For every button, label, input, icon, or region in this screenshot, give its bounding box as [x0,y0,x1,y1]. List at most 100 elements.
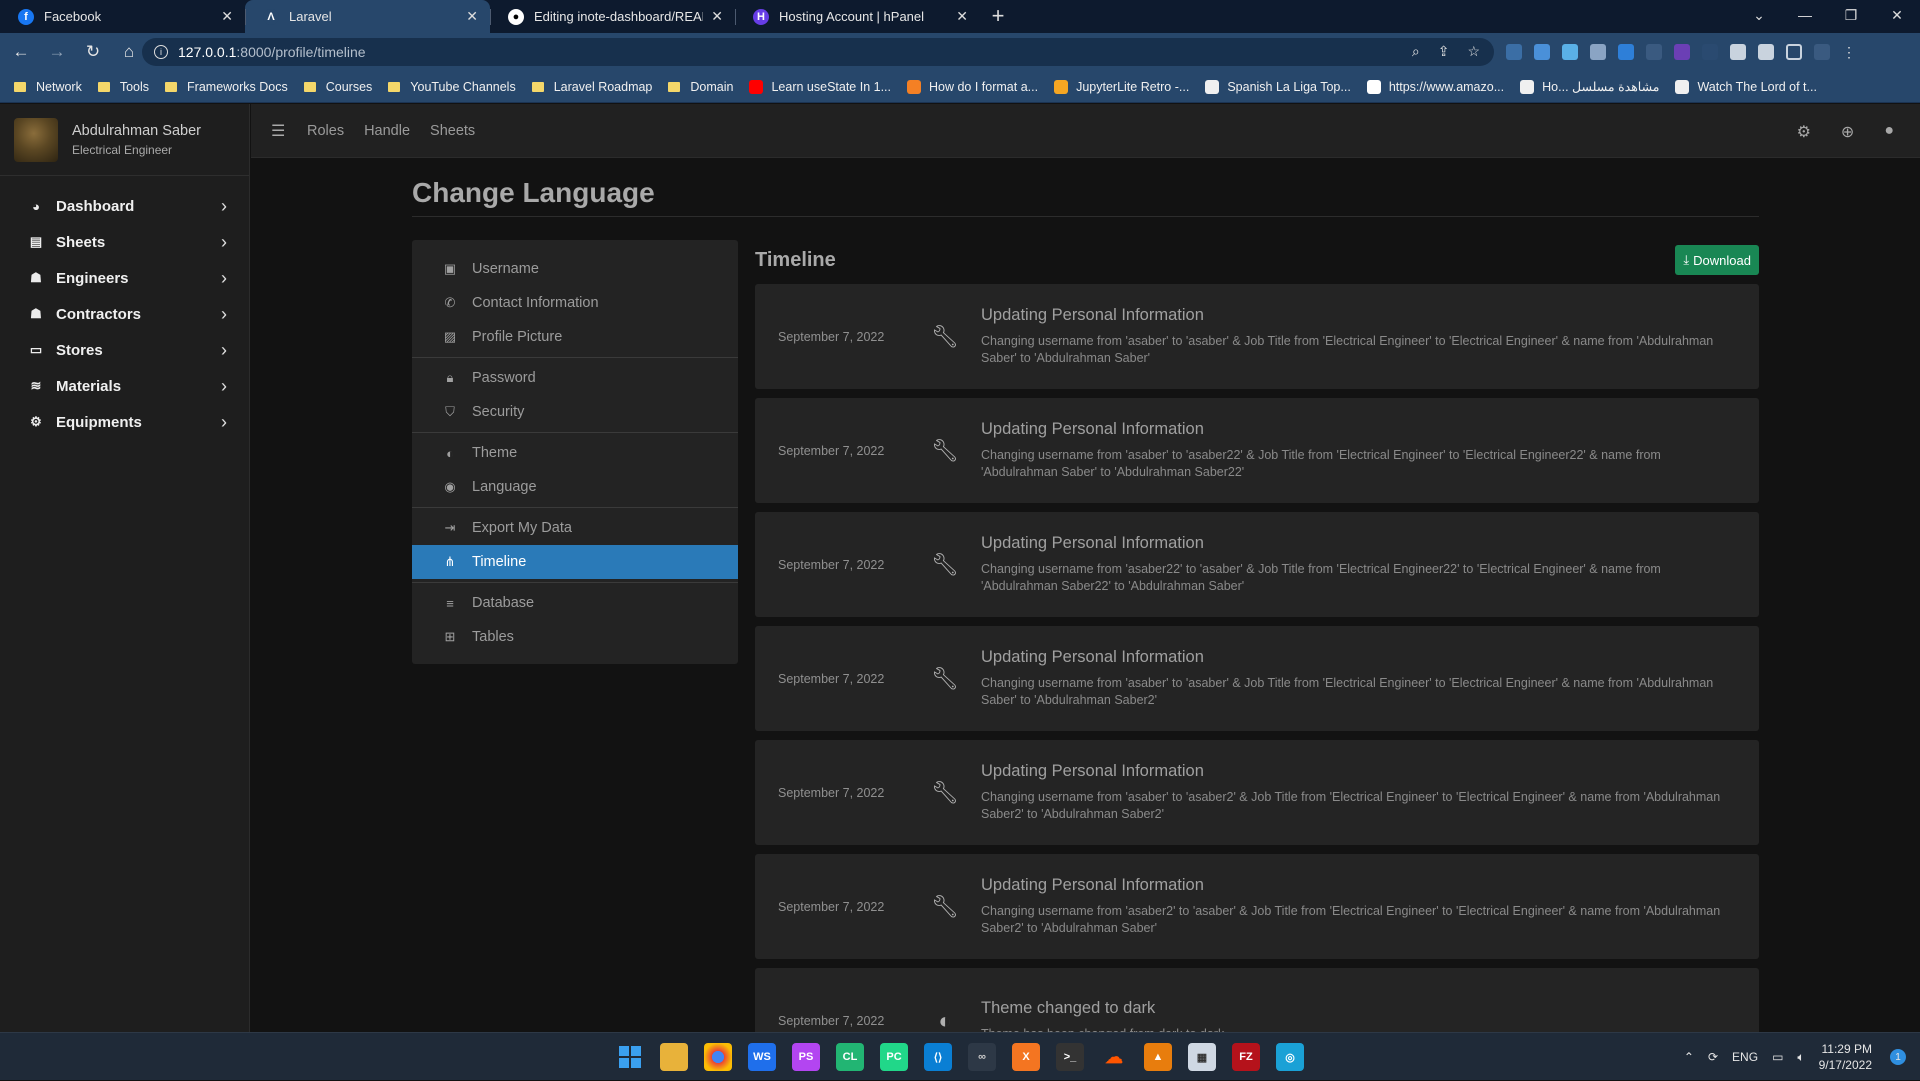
close-tab-icon[interactable]: ✕ [956,8,968,25]
clock[interactable]: 11:29 PM 9/17/2022 [1819,1041,1872,1073]
site-info-icon[interactable]: i [154,45,168,59]
settings-item-timeline[interactable]: ⋔ Timeline [412,545,738,579]
volume-icon[interactable]: 🔈︎ [1797,1050,1804,1065]
forward-button[interactable]: → [42,42,72,62]
sidebar-item-stores[interactable]: ▭ Stores › [0,332,249,368]
zoom-icon[interactable]: ⌕ [1412,43,1420,60]
nav-link-sheets[interactable]: Sheets [430,123,475,139]
bookmark-item[interactable]: Courses [303,80,372,94]
bookmark-item[interactable]: Spanish La Liga Top... [1205,79,1351,94]
file-explorer-icon[interactable] [660,1043,688,1071]
download-button[interactable]: ⤓ Download [1675,245,1759,275]
bookmark-item[interactable]: https://www.amazo... [1366,79,1504,94]
share-icon[interactable]: ⇪ [1438,43,1450,60]
globe-icon[interactable]: ⊕ [1841,122,1854,142]
extension-icon[interactable] [1562,44,1578,60]
sidebar-item-engineers[interactable]: ☗ Engineers › [0,260,249,296]
wrench-icon: 🔧︎ [931,779,959,805]
browser-tab[interactable]: f Facebook ✕ [0,0,245,33]
app-icon[interactable]: ◎ [1276,1043,1304,1071]
extension-icon[interactable] [1618,44,1634,60]
address-bar[interactable]: i 127.0.0.1:8000/profile/timeline ⌕ ⇪ ☆ [142,38,1494,66]
extension-icon[interactable] [1534,44,1550,60]
extension-icon[interactable] [1506,44,1522,60]
settings-item-database[interactable]: ≡ Database [412,586,738,620]
minimize-button[interactable]: — [1782,0,1828,33]
filezilla-icon[interactable]: FZ [1232,1043,1260,1071]
sidebar-item-contractors[interactable]: ☗ Contractors › [0,296,249,332]
new-tab-button[interactable]: + [980,0,1016,33]
bookmark-item[interactable]: Domain [668,80,733,94]
bookmark-item[interactable]: JupyterLite Retro -... [1054,79,1189,94]
settings-item-security[interactable]: ⛉ Security [412,395,738,429]
extension-icon[interactable] [1646,44,1662,60]
browser-tab[interactable]: H Hosting Account | hPanel ✕ [735,0,980,33]
restore-button[interactable]: ❐ [1828,0,1874,33]
more-menu-icon[interactable]: ⋮ [1842,44,1856,60]
bookmark-item[interactable]: How do I format a... [907,79,1038,94]
settings-item-language[interactable]: ◉ Language [412,470,738,504]
profile-icon[interactable] [1814,44,1830,60]
app-icon[interactable]: ∞ [968,1043,996,1071]
phpstorm-icon[interactable]: PS [792,1043,820,1071]
tab-search-icon[interactable]: ⌄ [1736,0,1782,33]
settings-item-tables[interactable]: ⊞ Tables [412,620,738,654]
xampp-icon[interactable]: X [1012,1043,1040,1071]
extension-icon[interactable] [1674,44,1690,60]
sync-icon[interactable]: ⟳ [1708,1050,1718,1064]
user-panel[interactable]: Abdulrahman Saber Electrical Engineer [0,104,249,176]
extension-icon[interactable] [1702,44,1718,60]
chrome-icon[interactable] [704,1043,732,1071]
soundcloud-icon[interactable]: ☁ [1100,1043,1128,1071]
browser-tab[interactable]: Λ Laravel ✕ [245,0,490,33]
close-tab-icon[interactable]: ✕ [466,8,478,25]
bookmark-item[interactable]: Ho... مشاهدة مسلسل [1520,79,1659,94]
settings-item-username[interactable]: ▣ Username [412,252,738,286]
language-indicator[interactable]: ENG [1732,1050,1758,1064]
bookmark-item[interactable]: Network [14,80,82,94]
clion-icon[interactable]: CL [836,1043,864,1071]
close-tab-icon[interactable]: ✕ [711,8,723,25]
network-icon[interactable]: ▭ [1772,1050,1783,1064]
settings-item-export-my-data[interactable]: ⇥ Export My Data [412,511,738,545]
reload-button[interactable]: ↻ [78,42,108,62]
back-button[interactable]: ← [6,42,36,62]
bookmark-item[interactable]: Laravel Roadmap [531,80,652,94]
webstorm-icon[interactable]: WS [748,1043,776,1071]
pycharm-icon[interactable]: PC [880,1043,908,1071]
bookmark-item[interactable]: Learn useState In 1... [749,79,891,94]
sidebar-item-materials[interactable]: ≋ Materials › [0,368,249,404]
sidebar-item-equipments[interactable]: ⚙ Equipments › [0,404,249,440]
settings-item-password[interactable]: 🔒︎ Password [412,361,738,395]
close-tab-icon[interactable]: ✕ [221,8,233,25]
gear-icon[interactable]: ⚙ [1797,122,1811,142]
browser-tab[interactable]: ● Editing inote-dashboard/README ✕ [490,0,735,33]
vscode-icon[interactable]: ⟨⟩ [924,1043,952,1071]
home-button[interactable]: ⌂ [114,42,144,62]
sidebar-item-dashboard[interactable]: ◕ Dashboard › [0,188,249,224]
sidebar-item-sheets[interactable]: ▤ Sheets › [0,224,249,260]
settings-item-profile-picture[interactable]: ▨ Profile Picture [412,320,738,354]
sublime-icon[interactable]: ▲ [1144,1043,1172,1071]
nav-link-handle[interactable]: Handle [364,123,410,139]
bookmark-item[interactable]: YouTube Channels [388,80,516,94]
terminal-icon[interactable]: >_ [1056,1043,1084,1071]
user-icon[interactable]: ● [1884,122,1894,142]
bookmark-item[interactable]: Watch The Lord of t... [1675,79,1817,94]
app-icon[interactable]: ▦ [1188,1043,1216,1071]
bookmark-star-icon[interactable]: ☆ [1467,43,1480,60]
settings-item-contact-information[interactable]: ✆ Contact Information [412,286,738,320]
settings-item-theme[interactable]: ◐ Theme [412,436,738,470]
chevron-up-icon[interactable]: ⌃ [1684,1050,1694,1064]
hamburger-icon[interactable]: ☰ [271,121,291,141]
bookmark-item[interactable]: Frameworks Docs [165,80,288,94]
puzzle-icon[interactable] [1730,44,1746,60]
side-panel-icon[interactable] [1786,44,1802,60]
bookmark-item[interactable]: Tools [97,80,149,94]
reading-list-icon[interactable] [1758,44,1774,60]
extension-icon[interactable] [1590,44,1606,60]
windows-start-icon[interactable] [616,1043,644,1071]
close-window-button[interactable]: ✕ [1874,0,1920,33]
notification-badge[interactable]: 1 [1890,1049,1906,1065]
nav-link-roles[interactable]: Roles [307,123,344,139]
